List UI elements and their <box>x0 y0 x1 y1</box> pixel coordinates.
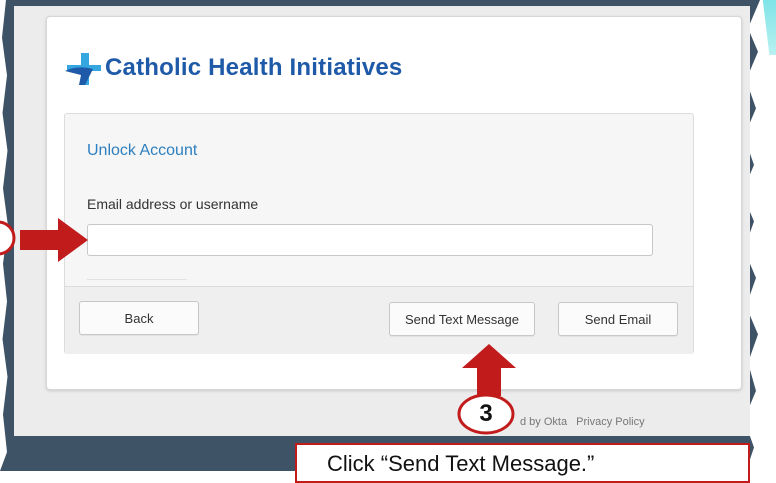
form-actions: Back Send Text Message Send Email <box>65 286 693 354</box>
privacy-policy-link[interactable]: Privacy Policy <box>576 416 644 428</box>
brand-logo: Catholic Health Initiatives <box>63 50 402 86</box>
logo-cross-icon <box>63 49 103 87</box>
send-email-button[interactable]: Send Email <box>558 302 678 336</box>
step-number: 3 <box>479 400 493 427</box>
username-label: Email address or username <box>87 196 259 212</box>
divider <box>87 279 187 280</box>
powered-by-text: d by Okta <box>520 416 568 428</box>
unlock-account-form: Unlock Account Email address or username… <box>64 113 694 354</box>
instruction-callout: Click “Send Text Message.” <box>295 443 750 483</box>
username-input[interactable] <box>87 224 653 256</box>
back-button[interactable]: Back <box>79 301 199 335</box>
page-footer: d by Okta Privacy Policy <box>520 416 645 428</box>
brand-name: Catholic Health Initiatives <box>105 54 403 81</box>
pointer-arrow-right-icon <box>0 214 92 275</box>
step-badge: 3 <box>457 393 515 435</box>
send-text-message-button[interactable]: Send Text Message <box>389 302 535 336</box>
form-title: Unlock Account <box>87 142 198 159</box>
